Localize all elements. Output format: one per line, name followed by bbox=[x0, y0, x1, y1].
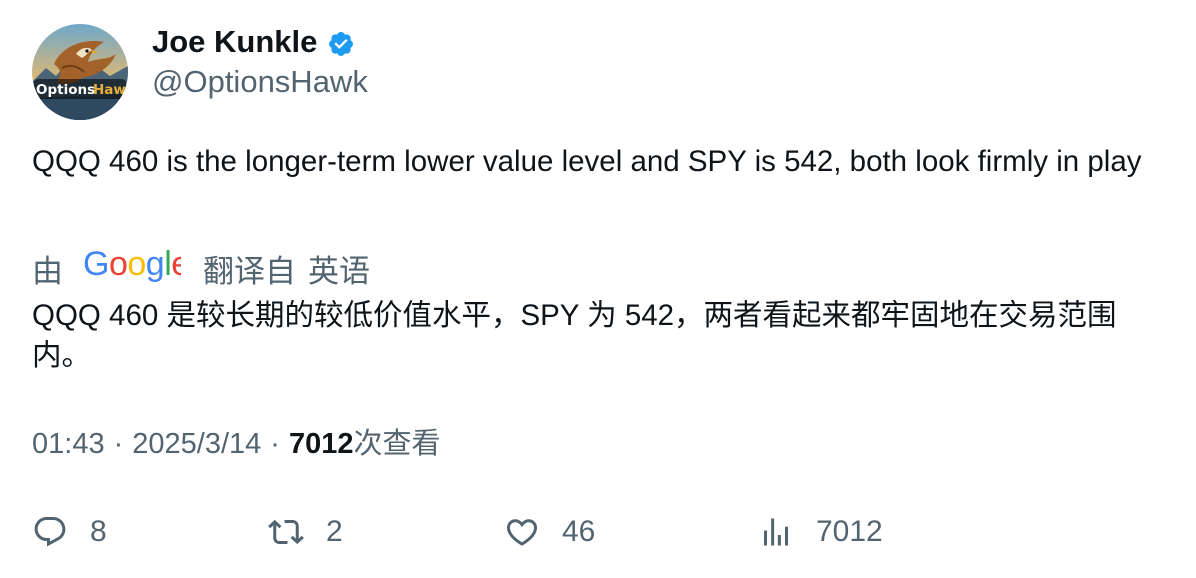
reply-button[interactable]: 8 bbox=[32, 510, 107, 554]
translation-label: 翻译自 bbox=[203, 253, 296, 289]
heart-icon bbox=[506, 519, 538, 546]
google-logo: Google bbox=[83, 245, 190, 291]
translation-attribution: 由 Google 翻译自 英语 bbox=[32, 245, 370, 291]
retweet-count: 2 bbox=[326, 515, 343, 548]
reply-icon bbox=[34, 517, 66, 547]
svg-text:Google: Google bbox=[83, 245, 181, 283]
translation-source-language: 英语 bbox=[308, 253, 370, 289]
reply-count: 8 bbox=[90, 515, 107, 548]
tweet-time[interactable]: 01:43 bbox=[32, 424, 105, 464]
tweet-date[interactable]: 2025/3/14 bbox=[132, 424, 261, 464]
like-button[interactable]: 46 bbox=[504, 510, 595, 554]
author-handle[interactable]: @OptionsHawk bbox=[152, 62, 368, 102]
meta-views-label: 次查看 bbox=[353, 428, 441, 460]
tweet-meta: 01:43 · 2025/3/14 · 7012 次查看 bbox=[32, 424, 440, 464]
verified-badge-icon[interactable] bbox=[327, 28, 355, 56]
views-chart-icon bbox=[764, 518, 788, 546]
hawk-logo-avatar: Options Hawk bbox=[32, 24, 128, 120]
svg-text:Hawk: Hawk bbox=[93, 82, 128, 98]
retweet-button[interactable]: 2 bbox=[268, 510, 343, 554]
author-name-text[interactable]: Joe Kunkle bbox=[152, 22, 317, 62]
meta-separator: · bbox=[113, 428, 124, 460]
meta-views-count: 7012 bbox=[288, 428, 354, 460]
retweet-icon bbox=[268, 519, 304, 545]
svg-text:Options: Options bbox=[36, 82, 95, 98]
avatar[interactable]: Options Hawk bbox=[32, 24, 128, 120]
author-name[interactable]: Joe Kunkle bbox=[152, 22, 355, 62]
translated-text: QQQ 460 是较长期的较低价值水平，SPY 为 542，两者看起来都牢固地在… bbox=[32, 299, 1117, 372]
views-button[interactable]: 7012 bbox=[758, 510, 883, 554]
like-count: 46 bbox=[562, 515, 596, 548]
tweet-text: QQQ 460 is the longer-term lower value l… bbox=[32, 145, 1142, 178]
views-count: 7012 bbox=[816, 515, 883, 548]
meta-separator: · bbox=[270, 428, 280, 460]
translation-prefix: 由 bbox=[32, 253, 63, 289]
